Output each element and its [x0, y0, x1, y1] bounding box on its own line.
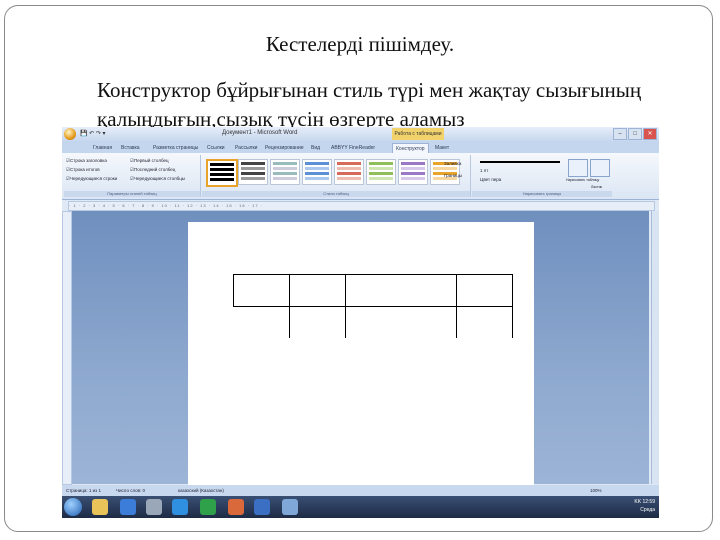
- status-language[interactable]: казахский (Казахстан): [178, 485, 224, 496]
- ie-icon[interactable]: [172, 499, 188, 515]
- draw-table-icon[interactable]: [568, 159, 588, 177]
- tray-language[interactable]: KK: [634, 499, 641, 505]
- borders-button[interactable]: Границы: [444, 173, 462, 178]
- system-tray[interactable]: KK 12:59 Среда: [634, 498, 655, 514]
- pen-color-button[interactable]: Цвет пера: [480, 177, 501, 182]
- style-options-group: Строка заголовка Строка итогов Чередующи…: [64, 155, 201, 197]
- app-icon[interactable]: [146, 499, 162, 515]
- option-banded-columns[interactable]: Чередующиеся столбцы: [130, 176, 185, 182]
- table-cell[interactable]: [456, 306, 513, 338]
- tab-review[interactable]: Рецензирование: [262, 143, 307, 153]
- draw-borders-group: 1 пт Цвет пера Нарисовать таблицу Ластик…: [472, 155, 612, 197]
- word-screenshot: 💾 ↶ ↷ ▾ Документ1 - Microsoft Word Работ…: [62, 127, 659, 518]
- slide-title: Кестелерді пішімдеу.: [265, 32, 455, 56]
- group-label-draw-borders: Нарисовать границы: [472, 191, 612, 197]
- table-styles-group: Заливка Границы Стили таблиц: [202, 155, 471, 197]
- ribbon-tabs: Главная Вставка Разметка страницы Ссылки…: [62, 141, 659, 154]
- table-style-plain[interactable]: [238, 159, 268, 185]
- tab-mailings[interactable]: Рассылки: [232, 143, 260, 153]
- title-bar: 💾 ↶ ↷ ▾ Документ1 - Microsoft Word Работ…: [62, 127, 659, 141]
- table-cell[interactable]: [289, 306, 346, 338]
- chrome-icon[interactable]: [120, 499, 136, 515]
- folder-icon[interactable]: [92, 499, 108, 515]
- document-table[interactable]: [233, 274, 513, 338]
- option-first-column[interactable]: Первый столбец: [130, 158, 169, 164]
- maximize-icon[interactable]: □: [628, 128, 642, 140]
- table-cell[interactable]: [345, 306, 457, 338]
- document-page[interactable]: [188, 222, 534, 492]
- status-bar: Страница: 1 из 1 Число слов: 0 казахский…: [62, 485, 659, 496]
- zoom-level[interactable]: 100%: [590, 485, 602, 496]
- quick-access-toolbar[interactable]: 💾 ↶ ↷ ▾: [80, 130, 106, 137]
- window-title: Документ1 - Microsoft Word: [222, 130, 298, 136]
- tab-layout[interactable]: Макет: [432, 143, 452, 153]
- table-cell[interactable]: [345, 274, 457, 307]
- table-cell[interactable]: [456, 274, 513, 307]
- slide-body-text: Конструктор бұйрығынан стиль түрі мен жа…: [97, 78, 642, 131]
- start-button[interactable]: [64, 498, 82, 516]
- group-label-style-options: Параметры стилей таблиц: [64, 191, 200, 197]
- green-app-icon[interactable]: [200, 499, 216, 515]
- minimize-icon[interactable]: –: [613, 128, 627, 140]
- table-style-blue[interactable]: [302, 159, 332, 185]
- eraser-label: Ластик: [591, 185, 603, 189]
- vertical-scrollbar[interactable]: [651, 211, 659, 484]
- tab-insert[interactable]: Вставка: [118, 143, 143, 153]
- pen-weight-selector[interactable]: 1 пт: [480, 168, 488, 173]
- eraser-icon[interactable]: [590, 159, 610, 177]
- table-cell[interactable]: [233, 306, 290, 338]
- ribbon: Строка заголовка Строка итогов Чередующи…: [62, 153, 659, 200]
- option-banded-rows[interactable]: Чередующиеся строки: [66, 176, 117, 182]
- table-style-purple[interactable]: [398, 159, 428, 185]
- close-icon[interactable]: ✕: [643, 128, 657, 140]
- draw-table-label: Нарисовать таблицу: [566, 178, 600, 182]
- table-style-green[interactable]: [366, 159, 396, 185]
- tab-view[interactable]: Вид: [308, 143, 323, 153]
- table-cell[interactable]: [289, 274, 346, 307]
- explorer-icon[interactable]: [282, 499, 298, 515]
- line-style-selector[interactable]: [480, 161, 560, 163]
- tab-page-layout[interactable]: Разметка страницы: [150, 143, 201, 153]
- tray-date: Среда: [640, 507, 655, 513]
- tab-abbyy[interactable]: ABBYY FineReader: [328, 143, 378, 153]
- window-controls: – □ ✕: [613, 128, 657, 140]
- table-row: [233, 306, 513, 338]
- option-last-column[interactable]: Последний столбец: [130, 167, 175, 173]
- option-total-row[interactable]: Строка итогов: [66, 167, 100, 173]
- table-style-light[interactable]: [270, 159, 300, 185]
- option-header-row[interactable]: Строка заголовка: [66, 158, 107, 164]
- tab-references[interactable]: Ссылки: [204, 143, 228, 153]
- taskbar: KK 12:59 Среда: [62, 496, 659, 518]
- powerpoint-icon[interactable]: [228, 499, 244, 515]
- context-tab-title: Работа с таблицами: [392, 128, 444, 140]
- table-style-red[interactable]: [334, 159, 364, 185]
- shading-button[interactable]: Заливка: [444, 161, 461, 166]
- office-button[interactable]: [64, 128, 76, 140]
- table-cell[interactable]: [233, 274, 290, 307]
- table-style-grid[interactable]: [206, 159, 238, 187]
- word-icon[interactable]: [254, 499, 270, 515]
- status-page[interactable]: Страница: 1 из 1: [66, 485, 101, 496]
- horizontal-ruler[interactable]: · 1 · 2 · 3 · 4 · 5 · 6 · 7 · 8 · 9 · 10…: [68, 201, 655, 211]
- tray-time: 12:59: [642, 499, 655, 505]
- group-label-table-styles: Стили таблиц: [202, 191, 470, 197]
- table-row: [233, 274, 513, 307]
- vertical-ruler[interactable]: [62, 211, 72, 485]
- status-words[interactable]: Число слов: 0: [116, 485, 145, 496]
- tab-home[interactable]: Главная: [90, 143, 115, 153]
